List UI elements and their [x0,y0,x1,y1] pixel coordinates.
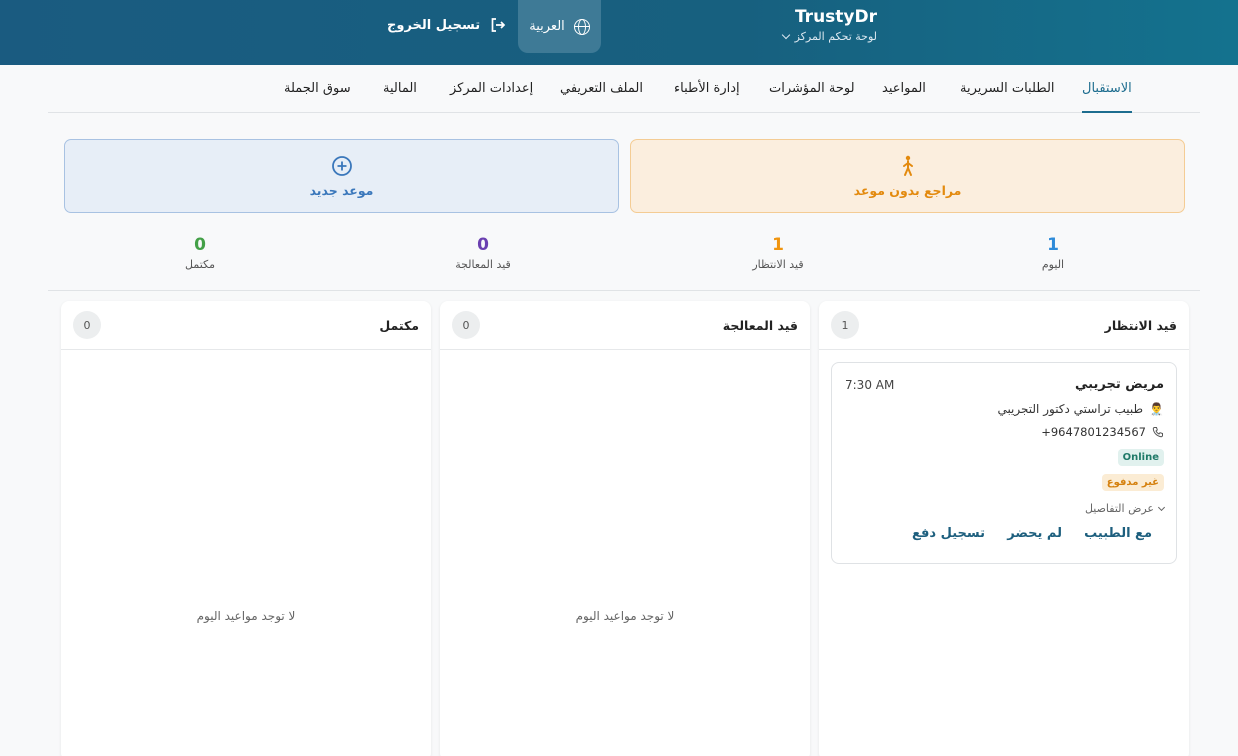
stat-processing: 0 قيد المعالجة [413,234,553,271]
logout-icon [491,18,506,32]
tab-finance[interactable]: المالية [383,81,417,113]
walk-in-button[interactable]: مراجع بدون موعد [630,139,1185,213]
column-header: قيد المعالجة 0 [440,301,810,350]
stat-value: 0 [477,235,489,255]
tab-clinical-requests[interactable]: الطلبات السريرية [960,81,1055,113]
chevron-down-icon [1157,503,1166,511]
stat-label: قيد المعالجة [455,258,511,271]
logout-button[interactable]: تسجيل الخروج [387,15,506,35]
column-count-badge: 0 [452,311,480,339]
online-badge: Online [1117,449,1164,466]
stat-waiting: 1 قيد الانتظار [708,234,848,271]
column-title: قيد المعالجة [722,317,798,333]
phone-icon [1152,427,1163,438]
main-tabs: الاستقبال الطلبات السريرية المواعيد لوحة… [48,65,1200,113]
tab-wholesale-market[interactable]: سوق الجملة [284,81,351,113]
stat-label: اليوم [1041,258,1065,271]
record-payment-button[interactable]: تسجيل دفع [912,526,985,541]
patient-name: مريض تجريبي [1075,377,1164,392]
center-dashboard-dropdown[interactable]: لوحة تحكم المركز [781,30,877,43]
column-header: مكتمل 0 [61,301,431,350]
walking-person-icon [902,155,913,176]
stat-label: مكتمل [185,258,215,271]
column-completed: مكتمل 0 لا توجد مواعيد اليوم [61,301,431,756]
empty-state-text: لا توجد مواعيد اليوم [196,609,296,623]
language-button[interactable]: العربية [518,0,601,53]
doctor-info: طبيب تراستي دكتور التجريبي 👨‍⚕️ [997,402,1164,416]
chevron-down-icon [781,30,790,40]
appointment-time: 7:30 AM [845,378,895,392]
brand: TrustyDr لوحة تحكم المركز [781,7,877,43]
stat-today: 1 اليوم [983,234,1123,271]
doctor-name: طبيب تراستي دكتور التجريبي [997,402,1144,416]
plus-circle-icon [331,155,352,176]
walk-in-label: مراجع بدون موعد [853,182,962,198]
brand-name: TrustyDr [794,7,877,27]
column-header: قيد الانتظار 1 [819,301,1189,350]
column-waiting: قيد الانتظار 1 مريض تجريبي 7:30 AM طبيب … [819,301,1189,756]
column-title: مكتمل [379,317,419,333]
tab-profile[interactable]: الملف التعريفي [560,81,643,113]
column-processing: قيد المعالجة 0 لا توجد مواعيد اليوم [440,301,810,756]
phone-info: +9647801234567 [1041,425,1164,439]
tab-dashboard[interactable]: لوحة المؤشرات [769,81,855,113]
stats-row: 1 اليوم 1 قيد الانتظار 0 قيد المعالجة 0 … [48,230,1200,291]
app-header: TrustyDr لوحة تحكم المركز العربية تسجيل … [0,0,1238,65]
dashboard-subtitle: لوحة تحكم المركز [794,30,877,43]
empty-state-text: لا توجد مواعيد اليوم [575,609,675,623]
phone-number: +9647801234567 [1041,425,1146,439]
new-appointment-button[interactable]: موعد جديد [64,139,619,213]
column-count-badge: 1 [831,311,859,339]
new-appointment-label: موعد جديد [309,182,374,198]
stat-label: قيد الانتظار [752,258,804,271]
globe-icon [573,18,590,35]
logout-label: تسجيل الخروج [387,17,481,33]
tab-reception[interactable]: الاستقبال [1082,81,1132,113]
tab-appointments[interactable]: المواعيد [882,81,926,113]
stat-completed: 0 مكتمل [130,234,270,271]
tab-center-settings[interactable]: إعدادات المركز [450,81,533,113]
column-count-badge: 0 [73,311,101,339]
stat-value: 0 [194,235,206,255]
tab-doctors-management[interactable]: إدارة الأطباء [674,81,740,113]
stat-value: 1 [1047,235,1059,255]
stat-value: 1 [772,235,784,255]
no-show-button[interactable]: لم يحضر [1007,526,1062,541]
language-label: العربية [529,19,565,34]
doctor-icon: 👨‍⚕️ [1149,402,1164,416]
with-doctor-button[interactable]: مع الطبيب [1084,526,1152,541]
appointment-card[interactable]: مريض تجريبي 7:30 AM طبيب تراستي دكتور ال… [831,362,1177,564]
column-title: قيد الانتظار [1104,317,1177,333]
show-details-label: عرض التفاصيل [1084,502,1154,515]
show-details-toggle[interactable]: عرض التفاصيل [1084,502,1166,515]
unpaid-badge: غير مدفوع [1101,474,1164,491]
